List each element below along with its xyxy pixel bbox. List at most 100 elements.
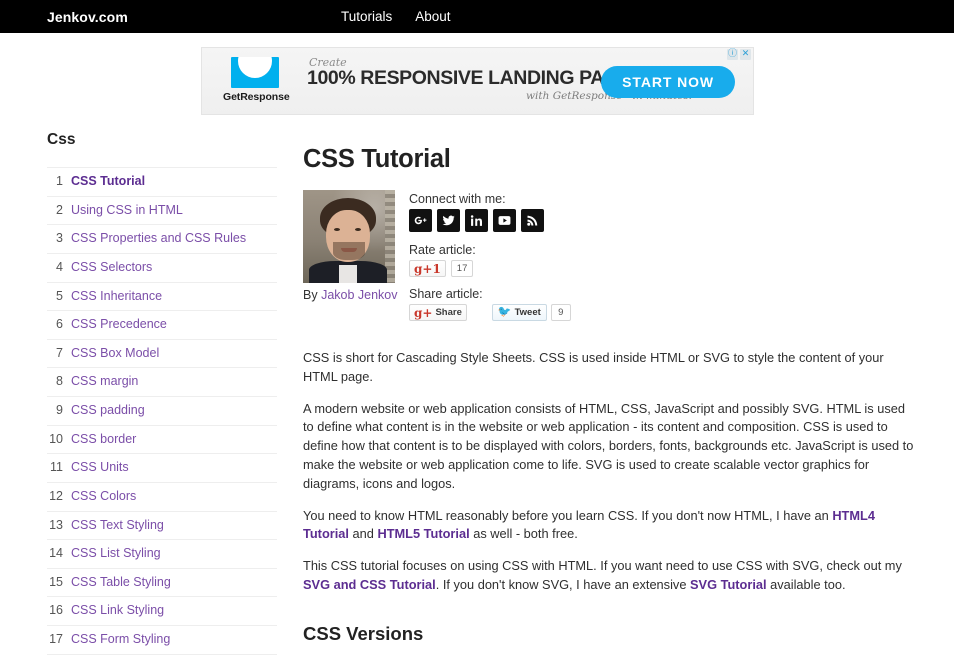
prereq-text-1: You need to know HTML reasonably before … [303,507,833,523]
ad-advertiser-logo: GetResponse [223,57,290,103]
author-link[interactable]: Jakob Jenkov [321,288,397,302]
toc-link[interactable]: CSS Box Model [71,346,159,362]
gplus-one-label: g+1 [414,261,441,276]
close-icon[interactable]: ✕ [740,49,751,60]
toc-number: 6 [56,317,63,332]
nav-link-about[interactable]: About [415,9,450,24]
paragraph-modern-web: A modern website or web application cons… [303,400,914,491]
sidebar-item-css-precedence[interactable]: 6 CSS Precedence [47,311,277,340]
toc-link[interactable]: CSS Form Styling [71,632,170,648]
toc-number: 7 [56,345,63,360]
twitter-bird-icon: 🐦 [497,306,512,318]
sidebar-item-using-css-in-html[interactable]: 2 Using CSS in HTML [47,197,277,226]
toc-link[interactable]: CSS Inheritance [71,289,162,305]
link-svg-tutorial[interactable]: SVG Tutorial [690,577,767,592]
sidebar-item-css-table-styling[interactable]: 15 CSS Table Styling [47,569,277,598]
sidebar-item-css-properties-and-css-rules[interactable]: 3 CSS Properties and CSS Rules [47,225,277,254]
google-plus-one-button[interactable]: g+1 [409,260,446,277]
sidebar-item-css-padding[interactable]: 9 CSS padding [47,397,277,426]
connect-label: Connect with me: [409,192,506,206]
toc-number: 16 [49,603,63,618]
toc-number: 17 [49,632,63,646]
youtube-icon[interactable] [493,209,516,232]
toc-link[interactable]: CSS Properties and CSS Rules [71,231,246,247]
rate-count-badge: 17 [450,260,474,277]
toc-number: 9 [56,403,63,417]
toc-link[interactable]: CSS Colors [71,489,136,505]
toc-link[interactable]: CSS Link Styling [71,603,164,619]
page-title: CSS Tutorial [303,145,451,173]
share-article-label: Share article: [409,287,483,301]
sidebar-item-css-inheritance[interactable]: 5 CSS Inheritance [47,283,277,312]
sidebar-item-css-tutorial[interactable]: 1 CSS Tutorial [47,167,277,197]
share-button-label: Share [435,307,462,318]
toc-number: 12 [49,488,63,503]
google-plus-share-button[interactable]: g+ Share [409,304,467,321]
link-svg-and-css-tutorial[interactable]: SVG and CSS Tutorial [303,577,436,592]
linkedin-icon[interactable] [465,209,488,232]
author-and-social-row: By Jakob Jenkov Connect with me: Rate ar… [303,190,918,331]
sidebar-item-css-units[interactable]: 11 CSS Units [47,454,277,483]
paragraph-prerequisites: You need to know HTML reasonably before … [303,507,918,545]
author-prefix: By [303,288,322,302]
ad-cta-button[interactable]: START NOW [601,66,735,98]
sidebar-item-css-text-styling[interactable]: 13 CSS Text Styling [47,512,277,541]
nav-link-tutorials[interactable]: Tutorials [341,9,392,24]
toc-number: 14 [49,546,63,561]
top-navigation-bar: Jenkov.com Tutorials About [0,0,954,33]
sidebar-item-css-colors[interactable]: 12 CSS Colors [47,483,277,512]
rss-icon[interactable] [521,209,544,232]
ad-content: ⓘ ✕ GetResponse Create 100% RESPONSIVE L… [202,48,753,114]
link-html5-tutorial[interactable]: HTML5 Tutorial [377,526,469,541]
toc-link[interactable]: CSS border [71,432,136,448]
toc-number: 11 [50,460,63,475]
paragraph-focus: This CSS tutorial focuses on using CSS w… [303,557,918,595]
sidebar-item-css-form-styling[interactable]: 17 CSS Form Styling [47,626,277,655]
social-icon-list [409,209,571,232]
focus-text-1: This CSS tutorial focuses on using CSS w… [303,558,902,574]
sidebar-item-css-list-styling[interactable]: 14 CSS List Styling [47,540,277,569]
toc-number: 10 [49,431,63,446]
toc-link[interactable]: Using CSS in HTML [71,203,183,219]
advertisement-banner[interactable]: ⓘ ✕ GetResponse Create 100% RESPONSIVE L… [201,47,754,115]
rate-article-label: Rate article: [409,243,476,257]
paragraph-intro: CSS is short for Cascading Style Sheets.… [303,350,884,384]
tweet-button[interactable]: 🐦 Tweet [491,304,547,321]
sidebar-title: Css [47,131,76,148]
section-heading-css-versions: CSS Versions [303,622,424,644]
toc-link[interactable]: CSS Tutorial [71,174,145,190]
sidebar: Css 1 CSS Tutorial 2 Using CSS in HTML 3 CSS … [47,131,277,655]
toc-link[interactable]: CSS Text Styling [71,518,164,534]
toc-link[interactable]: CSS Precedence [71,317,167,333]
gplus-share-icon: g+ [414,305,433,320]
focus-text-2: . If you don't know SVG, I have an exten… [435,576,690,592]
sidebar-item-css-border[interactable]: 10 CSS border [47,426,277,455]
focus-text-3: available too. [766,576,846,592]
toc-link[interactable]: CSS List Styling [71,546,161,562]
toc-link[interactable]: CSS margin [71,374,138,390]
author-avatar [303,190,395,283]
toc-number: 2 [56,202,63,217]
toc-number: 15 [49,574,63,589]
share-article-row: g+ Share 🐦 Tweet 9 [409,304,571,321]
tweet-button-label: Tweet [514,307,541,318]
twitter-icon[interactable] [437,209,460,232]
author-byline: By Jakob Jenkov [303,288,398,302]
ad-advertiser-name: GetResponse [223,91,290,103]
google-plus-icon[interactable] [409,209,432,232]
info-icon[interactable]: ⓘ [727,49,738,60]
sidebar-item-css-link-styling[interactable]: 16 CSS Link Styling [47,597,277,626]
toc-number: 3 [56,231,63,246]
sidebar-item-css-margin[interactable]: 8 CSS margin [47,368,277,397]
sidebar-item-css-box-model[interactable]: 7 CSS Box Model [47,340,277,369]
site-brand-link[interactable]: Jenkov.com [47,9,128,25]
toc-number: 4 [56,259,63,274]
envelope-icon [231,57,279,88]
toc-number: 8 [56,374,63,389]
toc-link[interactable]: CSS Units [71,460,129,476]
sidebar-item-css-selectors[interactable]: 4 CSS Selectors [47,254,277,283]
prereq-text-3: as well - both free. [469,526,578,542]
toc-link[interactable]: CSS Table Styling [71,575,171,591]
toc-link[interactable]: CSS padding [71,403,145,419]
toc-link[interactable]: CSS Selectors [71,260,152,276]
